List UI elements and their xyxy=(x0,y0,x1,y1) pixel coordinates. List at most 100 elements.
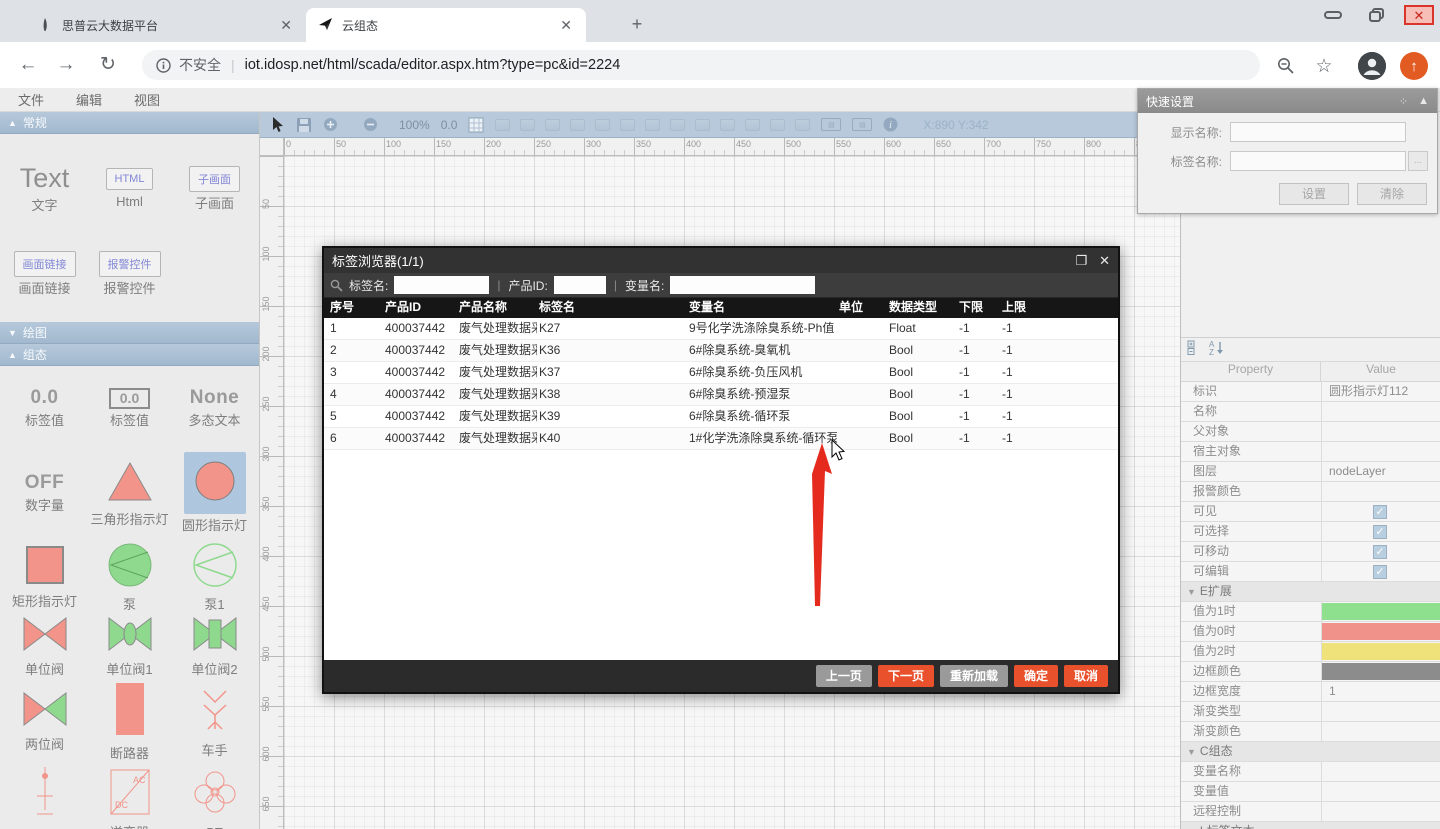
new-tab-button[interactable]: + xyxy=(624,12,650,38)
zoom-in-icon[interactable] xyxy=(323,117,338,132)
property-row[interactable]: 边框宽度1 xyxy=(1181,682,1440,702)
browser-tab[interactable]: 思普云大数据平台✕ xyxy=(26,8,306,42)
dialog-maximize-icon[interactable]: ❐ xyxy=(1075,253,1087,269)
save-icon[interactable] xyxy=(296,117,312,133)
palette-item[interactable]: None多态文本 xyxy=(172,372,257,444)
menu-item[interactable]: 文件 xyxy=(18,90,58,109)
property-row[interactable]: ▼L标签文本 xyxy=(1181,822,1440,829)
same-size-icon[interactable] xyxy=(770,119,785,131)
redo-icon[interactable] xyxy=(545,119,560,131)
property-row[interactable]: 名称 xyxy=(1181,402,1440,422)
window-close-button[interactable]: ✕ xyxy=(1404,5,1434,25)
column-header[interactable]: 序号 xyxy=(330,298,382,318)
property-row[interactable]: 标识圆形指示灯112 xyxy=(1181,382,1440,402)
table-row[interactable]: 4400037442废气处理数据采集K386#除臭系统-预湿泵Bool-1-1 xyxy=(324,384,1118,406)
property-row[interactable]: 远程控制 xyxy=(1181,802,1440,822)
search-input[interactable] xyxy=(394,276,489,294)
dock-icon[interactable]: ⁘ xyxy=(1399,95,1408,108)
property-row[interactable]: 图层nodeLayer xyxy=(1181,462,1440,482)
forward-button[interactable]: → xyxy=(52,51,80,79)
palette-item[interactable]: 报警控件报警控件 xyxy=(87,231,172,316)
property-checkbox[interactable]: ✓ xyxy=(1373,565,1387,579)
table-row[interactable]: 3400037442废气处理数据采集K376#除臭系统-负压风机Bool-1-1 xyxy=(324,362,1118,384)
align-left-icon[interactable] xyxy=(570,119,585,131)
palette-item[interactable]: 矩形指示灯 xyxy=(2,542,87,612)
quick-field-input[interactable] xyxy=(1230,151,1406,171)
distribute-horizontal-icon[interactable] xyxy=(720,119,735,131)
search-input[interactable] xyxy=(670,276,815,294)
grid-toggle-icon[interactable] xyxy=(468,117,484,133)
back-button[interactable]: ← xyxy=(14,51,42,79)
quick-button[interactable]: 设置 xyxy=(1279,183,1349,205)
palette-item[interactable]: 车手 xyxy=(172,680,257,762)
property-row[interactable]: 值为0时 xyxy=(1181,622,1440,642)
quick-settings-header[interactable]: 快速设置 ⁘ ▲ xyxy=(1138,89,1437,113)
palette-item[interactable]: BT xyxy=(172,762,257,829)
column-header[interactable]: 变量名 xyxy=(689,298,837,318)
palette-item[interactable]: ACDC逆变器 xyxy=(87,762,172,829)
property-row[interactable]: ▼E扩展 xyxy=(1181,582,1440,602)
property-row[interactable]: 渐变颜色 xyxy=(1181,722,1440,742)
palette-item[interactable]: 刀闸 xyxy=(2,762,87,829)
palette-item[interactable]: 0.0标签值 xyxy=(2,372,87,444)
column-header[interactable]: 单位 xyxy=(839,298,887,318)
property-row[interactable]: 父对象 xyxy=(1181,422,1440,442)
dialog-button[interactable]: 下一页 xyxy=(878,665,934,687)
select-cursor-icon[interactable] xyxy=(272,117,285,133)
palette-item[interactable]: 0.0标签值 xyxy=(87,372,172,444)
dialog-close-icon[interactable]: ✕ xyxy=(1099,253,1110,269)
bookmark-star-icon[interactable]: ☆ xyxy=(1310,52,1338,80)
palette-section-header[interactable]: ▼绘图 xyxy=(0,322,259,344)
property-checkbox[interactable]: ✓ xyxy=(1373,505,1387,519)
browser-tab[interactable]: 云组态✕ xyxy=(306,8,586,42)
align-bottom-icon[interactable] xyxy=(695,119,710,131)
undo-icon[interactable] xyxy=(520,119,535,131)
info-tool-icon[interactable]: i xyxy=(883,117,898,132)
window-minimize-button[interactable] xyxy=(1316,3,1350,27)
palette-section-header[interactable]: ▲组态 xyxy=(0,344,259,366)
property-row[interactable]: 值为1时 xyxy=(1181,602,1440,622)
quick-button[interactable]: 清除 xyxy=(1357,183,1427,205)
dialog-button[interactable]: 确定 xyxy=(1014,665,1058,687)
color-swatch[interactable] xyxy=(1322,663,1440,680)
reload-button[interactable]: ↻ xyxy=(94,51,122,79)
paste-icon[interactable] xyxy=(495,119,510,131)
property-row[interactable]: 可见✓ xyxy=(1181,502,1440,522)
dialog-button[interactable]: 重新加载 xyxy=(940,665,1008,687)
tab-close-icon[interactable]: ✕ xyxy=(276,17,296,34)
collapse-icon[interactable]: ▲ xyxy=(1418,95,1429,107)
quick-field-input[interactable] xyxy=(1230,122,1406,142)
property-row[interactable]: 宿主对象 xyxy=(1181,442,1440,462)
tab-close-icon[interactable]: ✕ xyxy=(556,17,576,34)
column-header[interactable]: 标签名 xyxy=(539,298,687,318)
palette-item[interactable]: 单位阀2 xyxy=(172,612,257,680)
property-checkbox[interactable]: ✓ xyxy=(1373,545,1387,559)
property-row[interactable]: 变量名称 xyxy=(1181,762,1440,782)
palette-item[interactable]: 三角形指示灯 xyxy=(87,444,172,542)
profile-avatar[interactable] xyxy=(1358,52,1386,80)
column-header[interactable]: 上限 xyxy=(1002,298,1062,318)
palette-item[interactable]: 子画面子画面 xyxy=(172,146,257,231)
sort-az-icon[interactable]: AZ xyxy=(1208,340,1225,360)
url-field[interactable]: 不安全 | iot.idosp.net/html/scada/editor.as… xyxy=(142,50,1260,80)
table-row[interactable]: 6400037442废气处理数据采集K401#化学洗涤除臭系统-循环泵Bool-… xyxy=(324,428,1118,450)
property-row[interactable]: 可选择✓ xyxy=(1181,522,1440,542)
palette-section-header[interactable]: ▲常规 xyxy=(0,112,259,134)
palette-item[interactable]: 圆形指示灯 xyxy=(172,444,257,542)
color-swatch[interactable] xyxy=(1322,603,1440,620)
palette-item[interactable]: 单位阀1 xyxy=(87,612,172,680)
property-row[interactable]: 可编辑✓ xyxy=(1181,562,1440,582)
palette-item[interactable]: Text文字 xyxy=(2,146,87,231)
pause-icon[interactable] xyxy=(795,119,810,131)
palette-item[interactable]: 单位阀 xyxy=(2,612,87,680)
property-checkbox[interactable]: ✓ xyxy=(1373,525,1387,539)
palette-item[interactable]: 两位阀 xyxy=(2,680,87,762)
palette-item[interactable]: 泵 xyxy=(87,542,172,612)
column-header[interactable]: 下限 xyxy=(959,298,1000,318)
palette-item[interactable]: 泵1 xyxy=(172,542,257,612)
html-widget2-icon[interactable]: ▤ xyxy=(852,118,872,131)
window-restore-button[interactable] xyxy=(1360,3,1394,27)
table-row[interactable]: 1400037442废气处理数据采集K279号化学洗涤除臭系统-Ph值Float… xyxy=(324,318,1118,340)
align-center-h-icon[interactable] xyxy=(595,119,610,131)
property-row[interactable]: 值为2时 xyxy=(1181,642,1440,662)
